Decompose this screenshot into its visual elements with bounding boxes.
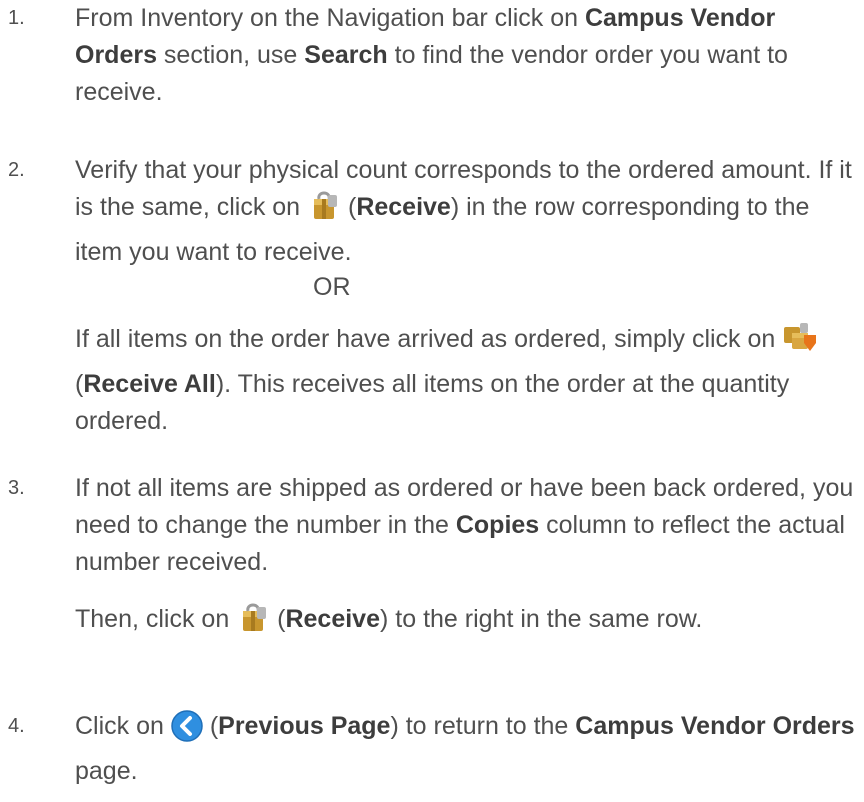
then-text: Then, click on (Receive) to the right in… [75, 601, 860, 646]
step-text: From Inventory on the Navigation bar cli… [75, 0, 860, 111]
step-text: Click on (Previous Page) to return to th… [75, 708, 860, 790]
text-segment: ( [341, 193, 357, 221]
receive-label: Receive [285, 605, 380, 633]
step-number: 2. [8, 159, 25, 181]
step-number: 3. [8, 477, 25, 499]
step-number: 1. [8, 7, 25, 29]
receive-all-label: Receive All [83, 370, 216, 398]
receive-all-icon[interactable] [782, 321, 818, 366]
copies-label: Copies [455, 511, 540, 539]
receive-icon[interactable] [307, 189, 341, 234]
text-segment: Click on [75, 712, 171, 740]
text-segment: page. [75, 757, 138, 785]
text-segment: ( [270, 605, 286, 633]
text-segment: ( [202, 712, 219, 740]
step-text: Verify that your physical count correspo… [75, 152, 860, 271]
text-segment: ) to the right in the same row. [380, 605, 703, 633]
instruction-page: 1. From Inventory on the Navigation bar … [0, 0, 864, 802]
text-segment: ) to return to the [390, 712, 576, 740]
campus-vendor-orders-label: Campus Vendor Orders [575, 712, 855, 740]
search-label: Search [304, 41, 388, 69]
text-segment: Then, click on [75, 605, 237, 633]
receive-icon[interactable] [236, 601, 270, 646]
or-divider: OR [313, 273, 351, 301]
step-text: If not all items are shipped as ordered … [75, 470, 860, 581]
step-number: 4. [8, 715, 25, 737]
previous-page-icon[interactable] [171, 710, 203, 753]
receive-label: Receive [356, 193, 451, 221]
text-segment: If all items on the order have arrived a… [75, 325, 783, 353]
text-segment: From Inventory on the Navigation bar cli… [75, 4, 585, 32]
alternative-text: If all items on the order have arrived a… [75, 321, 860, 440]
previous-page-label: Previous Page [218, 712, 391, 740]
text-segment: section, use [156, 41, 305, 69]
